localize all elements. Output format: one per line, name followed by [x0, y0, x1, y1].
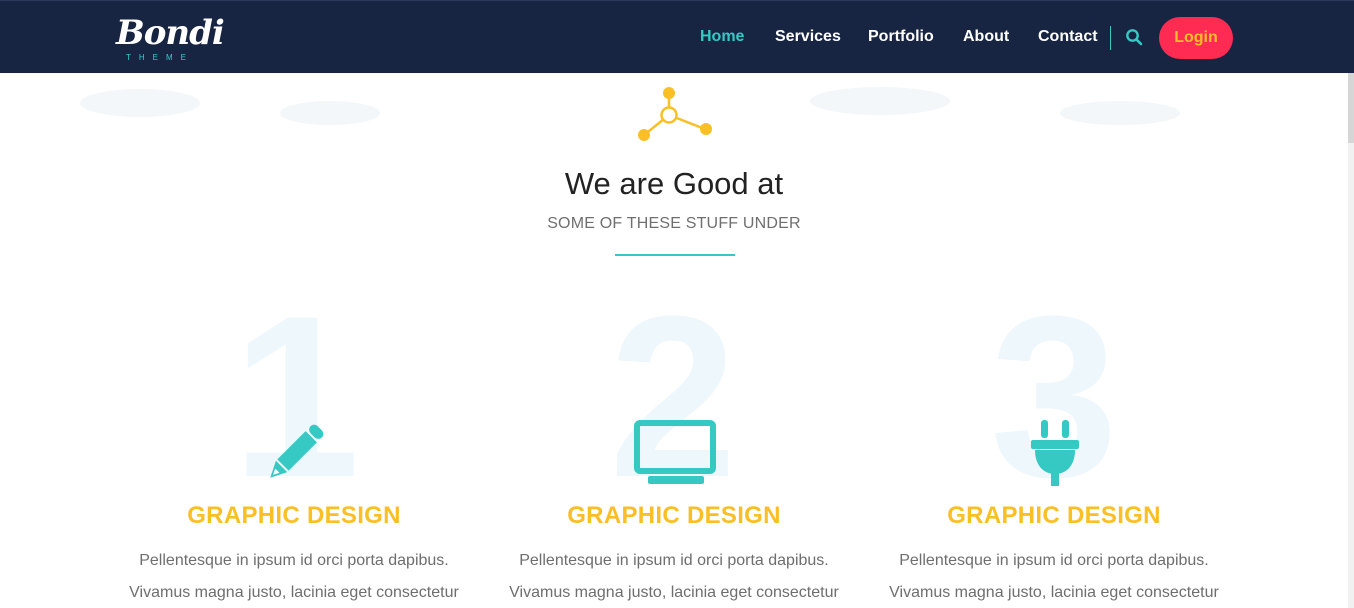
- section-subtitle: SOME OF THESE STUFF UNDER: [547, 215, 801, 232]
- service-desc-2-line1: Pellentesque in ipsum id orci porta dapi…: [519, 552, 829, 569]
- scrollbar-thumb[interactable]: [1348, 73, 1354, 143]
- section-title: We are Good at: [564, 166, 784, 201]
- nav-menu: Home Services Portfolio About Contact: [0, 1, 1354, 73]
- service-desc-1-line1: Pellentesque in ipsum id orci porta dapi…: [139, 552, 449, 569]
- service-title-2: GRAPHIC DESIGN: [567, 502, 781, 529]
- service-title-3: GRAPHIC DESIGN: [947, 502, 1161, 529]
- nav-item-home[interactable]: Home: [700, 28, 744, 46]
- monitor-icon: [634, 420, 716, 484]
- nav-item-contact[interactable]: Contact: [1038, 28, 1098, 46]
- service-title-1: GRAPHIC DESIGN: [187, 502, 401, 529]
- nav-item-services[interactable]: Services: [775, 28, 841, 46]
- search-icon[interactable]: [1125, 28, 1143, 46]
- scrollbar[interactable]: [1348, 73, 1354, 608]
- nav-item-about[interactable]: About: [963, 28, 1009, 46]
- plug-icon: [1031, 420, 1079, 486]
- nav-divider: [1110, 26, 1111, 50]
- network-icon: [638, 87, 712, 141]
- section-divider: [615, 254, 735, 256]
- pencil-icon: [270, 424, 324, 478]
- service-desc-3-line2: Vivamus magna justo, lacinia eget consec…: [889, 584, 1219, 601]
- login-button[interactable]: Login: [1159, 17, 1233, 59]
- top-navbar: Bondi THEME Home Services Portfolio Abou…: [0, 0, 1354, 73]
- service-desc-1-line2: Vivamus magna justo, lacinia eget consec…: [129, 584, 459, 601]
- nav-item-portfolio[interactable]: Portfolio: [868, 28, 934, 46]
- service-desc-2-line2: Vivamus magna justo, lacinia eget consec…: [509, 584, 839, 601]
- service-desc-3-line1: Pellentesque in ipsum id orci porta dapi…: [899, 552, 1209, 569]
